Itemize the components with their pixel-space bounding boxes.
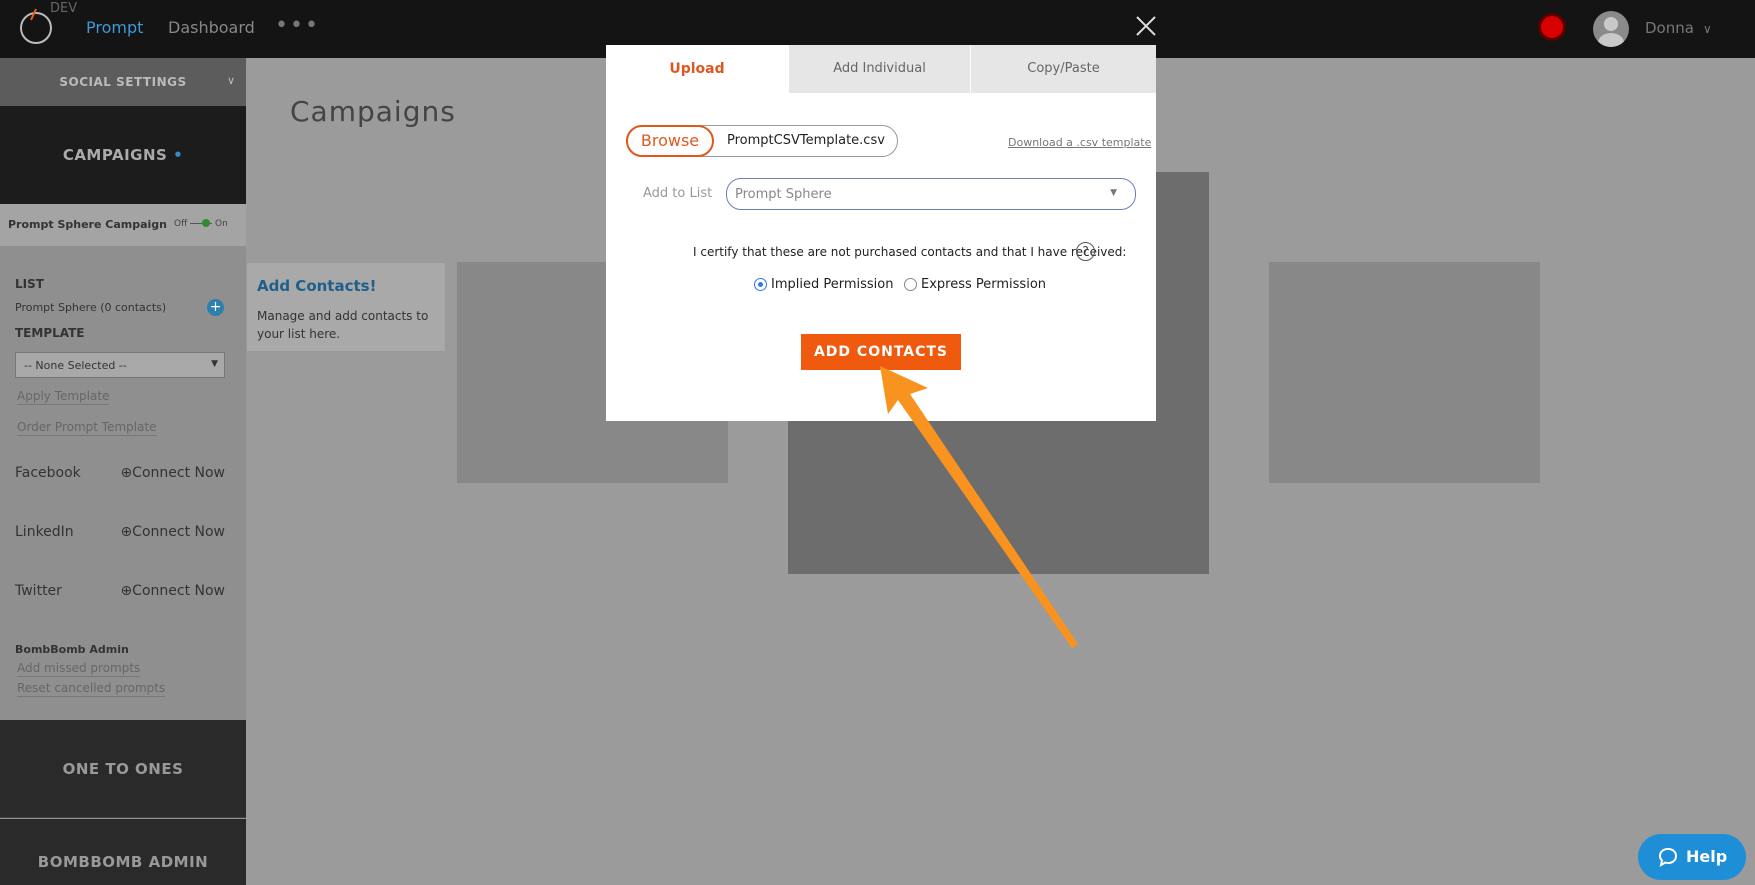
avatar[interactable]	[1593, 11, 1629, 47]
annotation-arrow-icon	[880, 366, 1078, 648]
env-label: DEV	[50, 1, 78, 16]
facebook-row: Facebook ⊕Connect Now	[15, 465, 225, 481]
help-label: Help	[1686, 847, 1728, 866]
selected-file-name: PromptCSVTemplate.csv	[727, 133, 885, 148]
admin-label: BombBomb Admin	[15, 643, 129, 656]
active-dot: •	[173, 146, 184, 164]
tooltip-text: Manage and add contacts to your list her…	[257, 309, 429, 341]
list-value: Prompt Sphere (0 contacts)	[15, 301, 167, 314]
linkedin-row: LinkedIn ⊕Connect Now	[15, 524, 225, 540]
toggle-switch[interactable]	[190, 219, 213, 227]
chat-bubble-icon	[1658, 847, 1678, 867]
one-to-ones-section[interactable]: ONE TO ONES	[0, 720, 246, 818]
nav-prompt[interactable]: Prompt	[86, 18, 143, 37]
close-modal-icon[interactable]	[1134, 14, 1158, 38]
campaign-name: Prompt Sphere Campaign	[8, 218, 168, 231]
caret-down-icon: ▼	[211, 359, 218, 369]
file-upload-field[interactable]: Browse PromptCSVTemplate.csv	[626, 125, 898, 157]
user-name[interactable]: Donna	[1645, 19, 1694, 37]
caret-down-icon: ▼	[1110, 188, 1117, 198]
browse-button[interactable]: Browse	[626, 125, 714, 157]
order-template-link[interactable]: Order Prompt Template	[17, 420, 157, 436]
download-template-link[interactable]: Download a .csv template	[1008, 136, 1151, 149]
campaign-row: Prompt Sphere Campaign Off On	[0, 204, 246, 246]
implied-permission-radio[interactable]	[754, 278, 767, 291]
help-question-icon[interactable]: ?	[1076, 242, 1095, 261]
linkedin-label: LinkedIn	[15, 524, 74, 540]
list-select-value: Prompt Sphere	[735, 187, 832, 202]
help-button[interactable]: Help	[1638, 834, 1746, 880]
page-title: Campaigns	[290, 95, 456, 128]
template-label: TEMPLATE	[15, 326, 85, 340]
toggle-off-label: Off	[174, 219, 188, 229]
template-select-value: -- None Selected --	[24, 359, 127, 372]
template-select[interactable]: -- None Selected -- ▼	[15, 352, 225, 378]
reset-cancelled-prompts-link[interactable]: Reset cancelled prompts	[17, 681, 166, 697]
implied-permission-label[interactable]: Implied Permission	[771, 277, 893, 292]
campaigns-section[interactable]: CAMPAIGNS •	[0, 106, 246, 204]
sidebar: SOCIAL SETTINGS ∨ CAMPAIGNS • Prompt Sph…	[0, 58, 246, 885]
campaign-toggle[interactable]: Off On	[174, 219, 228, 229]
chevron-down-icon[interactable]: ∨	[227, 74, 235, 87]
chevron-down-icon[interactable]: ∨	[1703, 22, 1712, 36]
express-permission-radio[interactable]	[904, 278, 917, 291]
one-to-ones-label: ONE TO ONES	[62, 760, 184, 778]
add-contacts-plus-icon[interactable]: +	[207, 299, 224, 316]
linkedin-connect-button[interactable]: ⊕Connect Now	[120, 524, 225, 540]
add-to-list-label: Add to List	[643, 186, 713, 201]
tab-copy-paste[interactable]: Copy/Paste	[971, 45, 1156, 93]
tooltip-title: Add Contacts!	[257, 277, 377, 295]
bombbomb-admin-section[interactable]: BOMBBOMB ADMIN	[0, 819, 246, 885]
tab-upload[interactable]: Upload	[606, 45, 788, 93]
list-label: LIST	[15, 277, 44, 291]
twitter-label: Twitter	[15, 583, 62, 599]
facebook-connect-button[interactable]: ⊕Connect Now	[120, 465, 225, 481]
social-settings-header[interactable]: SOCIAL SETTINGS	[0, 58, 246, 106]
express-permission-label[interactable]: Express Permission	[921, 277, 1046, 292]
nav-dashboard[interactable]: Dashboard	[168, 18, 255, 37]
campaigns-label: CAMPAIGNS	[62, 146, 168, 164]
bombbomb-admin-label: BOMBBOMB ADMIN	[37, 853, 209, 871]
tab-add-individual[interactable]: Add Individual	[789, 45, 970, 93]
facebook-label: Facebook	[15, 465, 81, 481]
apply-template-link[interactable]: Apply Template	[17, 389, 110, 405]
toggle-on-label: On	[215, 219, 228, 229]
more-menu-icon[interactable]: •••	[275, 13, 320, 38]
twitter-row: Twitter ⊕Connect Now	[15, 583, 225, 599]
twitter-connect-button[interactable]: ⊕Connect Now	[120, 583, 225, 599]
record-indicator-icon[interactable]	[1541, 16, 1563, 38]
campaign-card-right[interactable]	[1269, 262, 1540, 483]
add-missed-prompts-link[interactable]: Add missed prompts	[17, 661, 141, 677]
add-contacts-tooltip: Add Contacts! Manage and add contacts to…	[246, 262, 446, 352]
social-settings-label: SOCIAL SETTINGS	[59, 75, 187, 89]
certify-text: I certify that these are not purchased c…	[693, 245, 1127, 259]
list-select[interactable]: Prompt Sphere ▼	[726, 178, 1136, 210]
